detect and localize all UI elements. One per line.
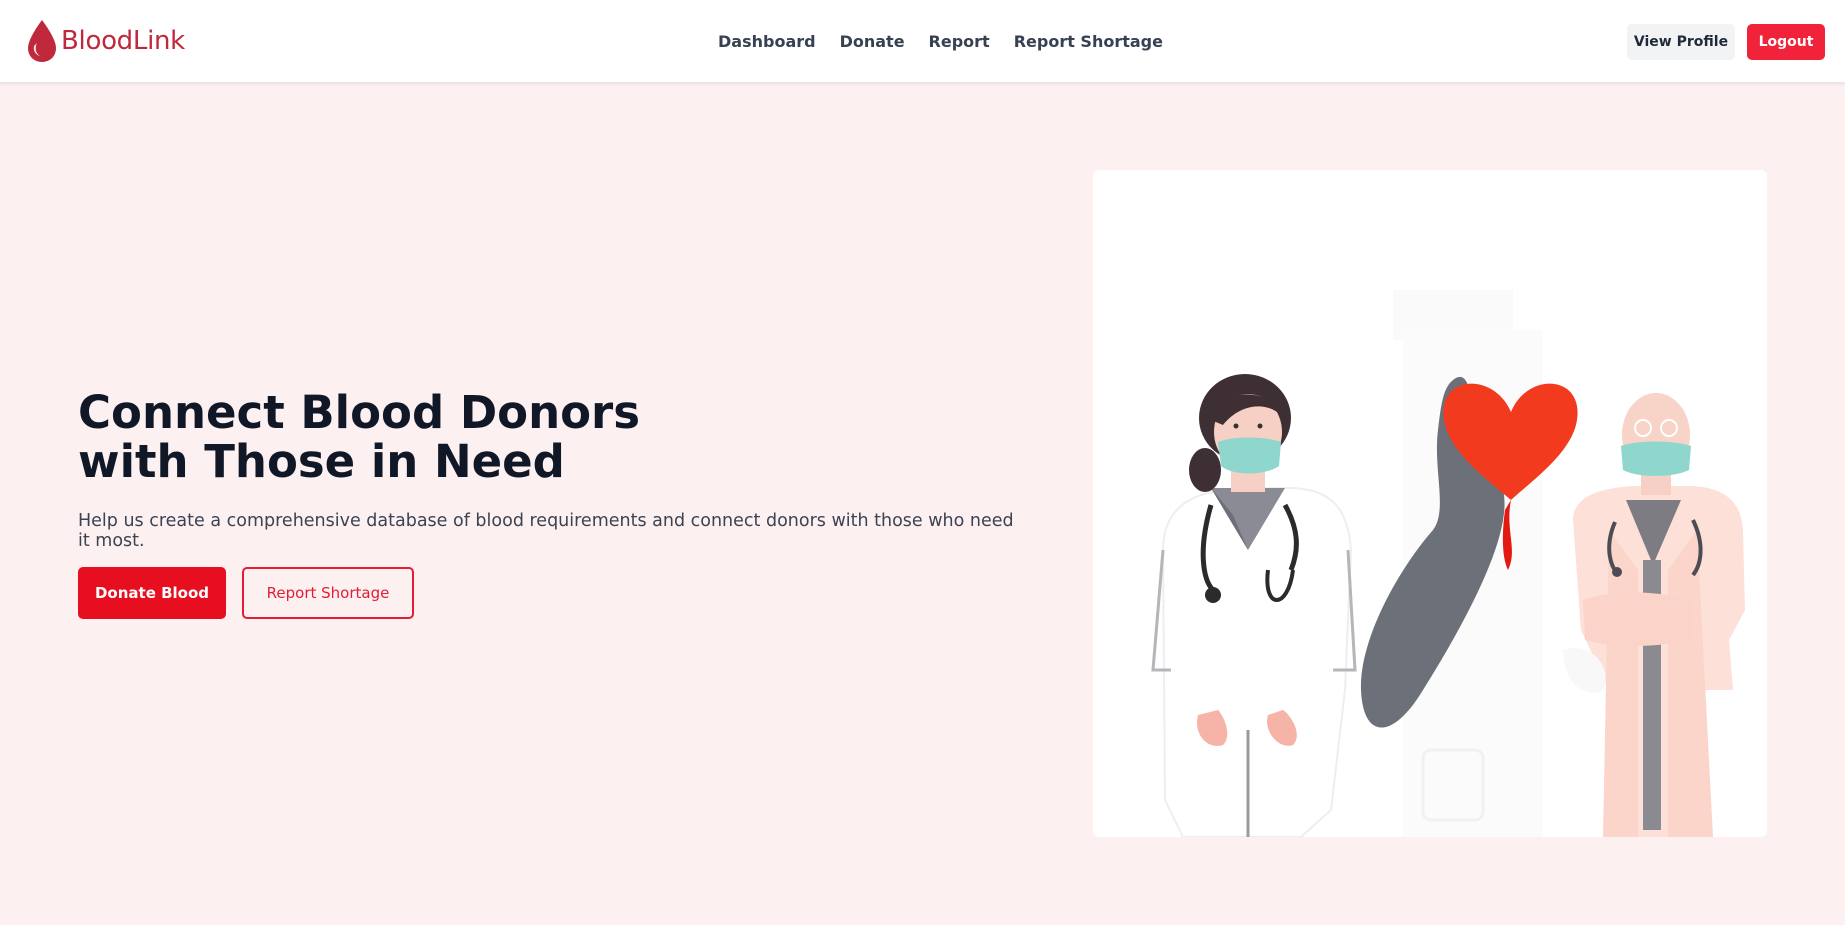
top-navbar: BloodLink Dashboard Donate Report Report… <box>0 0 1845 83</box>
nav-link-donate[interactable]: Donate <box>840 32 905 51</box>
donate-blood-button[interactable]: Donate Blood <box>78 567 226 619</box>
nav-link-report[interactable]: Report <box>929 32 990 51</box>
main-nav: Dashboard Donate Report Report Shortage <box>718 0 1163 83</box>
nav-link-dashboard[interactable]: Dashboard <box>718 32 816 51</box>
brand-logo-link[interactable]: BloodLink <box>25 18 185 64</box>
brand-name: BloodLink <box>61 26 185 56</box>
report-shortage-button[interactable]: Report Shortage <box>242 567 414 619</box>
hero-illustration <box>1093 170 1767 837</box>
doctors-with-heart-illustration <box>1093 170 1767 837</box>
view-profile-button[interactable]: View Profile <box>1627 24 1735 60</box>
logout-button[interactable]: Logout <box>1747 24 1825 60</box>
nav-link-report-shortage[interactable]: Report Shortage <box>1014 32 1163 51</box>
hero-title: Connect Blood Donors with Those in Need <box>78 388 798 486</box>
hero-title-line-2: with Those in Need <box>78 435 565 488</box>
blood-drop-icon <box>28 20 56 62</box>
hero-subtitle: Help us create a comprehensive database … <box>78 511 1014 551</box>
hero-title-line-1: Connect Blood Donors <box>78 386 641 439</box>
